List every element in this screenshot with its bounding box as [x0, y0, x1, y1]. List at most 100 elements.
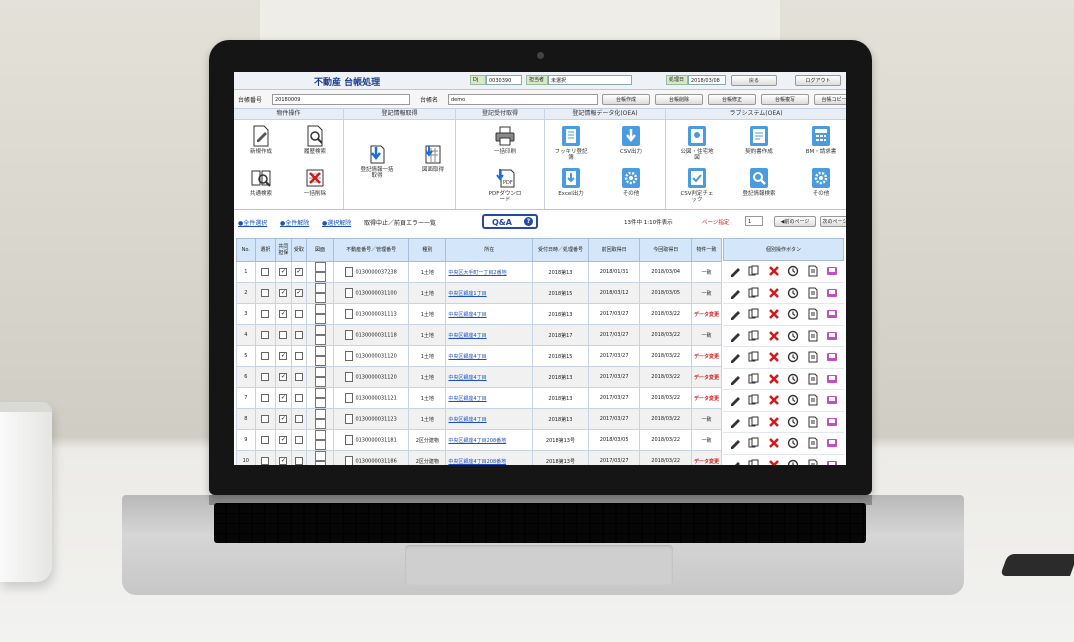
folder-icon[interactable]: [826, 287, 838, 299]
share-checkbox[interactable]: [279, 415, 288, 423]
document-icon[interactable]: [807, 265, 819, 277]
table-row[interactable]: 10 0130000031186 2区分建物中央区銀座4丁目208番地2018第13…: [236, 450, 722, 465]
receive-checkbox[interactable]: [294, 289, 303, 297]
receive-checkbox[interactable]: [294, 373, 303, 381]
document-icon[interactable]: [807, 351, 819, 363]
receive-checkbox[interactable]: [294, 268, 303, 276]
history-icon[interactable]: [787, 416, 799, 428]
code-field[interactable]: 0030390: [486, 75, 522, 85]
copy-icon[interactable]: [748, 330, 760, 342]
copy-icon[interactable]: [748, 308, 760, 320]
share-checkbox[interactable]: [279, 310, 288, 318]
delete-icon[interactable]: [768, 265, 780, 277]
copy-icon[interactable]: [748, 437, 760, 449]
table-row[interactable]: 9 0130000031181 2区分建物中央区銀座4丁目208番地2018第13号…: [236, 429, 722, 451]
folder-icon[interactable]: [826, 308, 838, 320]
csv-export-button[interactable]: CSV出力: [614, 125, 648, 155]
drawing-box[interactable]: [314, 377, 326, 387]
location-link[interactable]: 中央区銀座1丁目: [445, 282, 534, 304]
ledger-create-button[interactable]: 台帳作成: [602, 94, 650, 105]
receive-checkbox[interactable]: [294, 436, 303, 444]
copy-icon[interactable]: [748, 265, 760, 277]
table-row[interactable]: 5 0130000031120 1土地中央区銀座4丁目2018第152017/03/…: [236, 345, 722, 367]
table-row[interactable]: 7 0130000031121 1土地中央区銀座4丁目2018第132017/03/…: [236, 387, 722, 409]
contract-button[interactable]: 契約書作成: [742, 125, 776, 155]
location-link[interactable]: 中央区銀座4丁目: [445, 345, 534, 367]
share-checkbox[interactable]: [279, 394, 288, 402]
col-no[interactable]: No.: [236, 238, 256, 262]
location-link[interactable]: 中央区銀座4丁目: [445, 387, 534, 409]
table-row[interactable]: 8 0130000031123 1土地中央区銀座4丁目2018第132017/03/…: [236, 408, 722, 430]
pencil-icon[interactable]: [729, 459, 741, 465]
date-field[interactable]: 2018/03/08: [688, 75, 726, 85]
document-icon[interactable]: [345, 372, 354, 382]
document-icon[interactable]: [345, 414, 354, 424]
location-link[interactable]: 中央区銀座4丁目: [445, 366, 534, 388]
pencil-icon[interactable]: [729, 394, 741, 407]
folder-icon[interactable]: [826, 459, 838, 465]
ledger-copy-button[interactable]: 台帳コピー: [814, 94, 846, 105]
select-checkbox[interactable]: [261, 394, 270, 402]
col-receive[interactable]: 受取: [290, 238, 308, 262]
history-icon[interactable]: [787, 351, 799, 363]
drawing-box[interactable]: [314, 440, 326, 450]
document-icon[interactable]: [345, 309, 354, 319]
other-lab-button[interactable]: その他: [804, 167, 838, 197]
copy-icon[interactable]: [748, 394, 760, 406]
pencil-icon[interactable]: [729, 330, 741, 342]
drawing-box[interactable]: [314, 335, 326, 345]
delete-icon[interactable]: [768, 351, 780, 363]
document-icon[interactable]: [807, 287, 819, 299]
location-link[interactable]: 中央区銀座4丁目208番地: [445, 450, 534, 465]
ledger-edit-button[interactable]: 台帳修正: [708, 94, 756, 105]
folder-icon[interactable]: [826, 416, 838, 428]
map-fetch-button[interactable]: 図面取得: [416, 143, 450, 173]
drawing-box[interactable]: [314, 367, 326, 377]
select-checkbox[interactable]: [261, 436, 270, 444]
location-link[interactable]: 中央区銀座4丁目: [445, 408, 534, 430]
delete-icon[interactable]: [768, 373, 780, 385]
ledger-no-input[interactable]: 20180009: [272, 94, 410, 105]
drawing-box[interactable]: [314, 356, 326, 366]
back-button[interactable]: 戻る: [731, 75, 777, 86]
drawing-box[interactable]: [314, 262, 326, 272]
share-checkbox[interactable]: [279, 331, 288, 339]
document-icon[interactable]: [345, 393, 354, 403]
history-icon[interactable]: [787, 437, 799, 449]
share-checkbox[interactable]: [279, 268, 288, 276]
qa-button[interactable]: Q&A?: [482, 214, 538, 229]
share-checkbox[interactable]: [279, 289, 288, 297]
bulk-delete-button[interactable]: 一括削除: [298, 167, 332, 197]
drawing-box[interactable]: [314, 346, 326, 356]
drawing-box[interactable]: [314, 325, 326, 335]
ledger-duplicate-button[interactable]: 台帳複写: [761, 94, 809, 105]
col-select[interactable]: 選択: [254, 238, 277, 262]
document-icon[interactable]: [807, 394, 819, 406]
history-icon[interactable]: [787, 394, 799, 406]
ledger-delete-button[interactable]: 台帳削除: [655, 94, 703, 105]
select-all-link[interactable]: ●全件選択: [238, 218, 267, 227]
history-icon[interactable]: [787, 330, 799, 342]
document-icon[interactable]: [807, 459, 819, 465]
col-cur-date[interactable]: 今回取得日: [639, 238, 692, 262]
delete-icon[interactable]: [768, 287, 780, 299]
delete-icon[interactable]: [768, 459, 780, 465]
registry-extract-button[interactable]: フッキリ登記簿: [554, 125, 588, 161]
location-link[interactable]: 中央区大手町一丁目2番地: [445, 261, 534, 283]
col-kind[interactable]: 種別: [408, 238, 447, 262]
drawing-box[interactable]: [314, 314, 326, 324]
delete-icon[interactable]: [768, 416, 780, 428]
copy-icon[interactable]: [748, 416, 760, 428]
location-link[interactable]: 中央区銀座4丁目: [445, 303, 534, 325]
receive-checkbox[interactable]: [294, 415, 303, 423]
folder-icon[interactable]: [826, 351, 838, 363]
col-share[interactable]: 共同担保: [275, 238, 292, 262]
folder-icon[interactable]: [826, 437, 838, 449]
other-data-button[interactable]: その他: [614, 167, 648, 197]
location-link[interactable]: 中央区銀座4丁目208番地: [445, 429, 534, 451]
public-map-button[interactable]: 公図・住宅地図: [680, 125, 714, 161]
history-icon[interactable]: [787, 265, 799, 277]
prev-page-button[interactable]: ◀前のページ: [774, 216, 816, 227]
receive-checkbox[interactable]: [294, 457, 303, 465]
drawing-box[interactable]: [314, 283, 326, 293]
